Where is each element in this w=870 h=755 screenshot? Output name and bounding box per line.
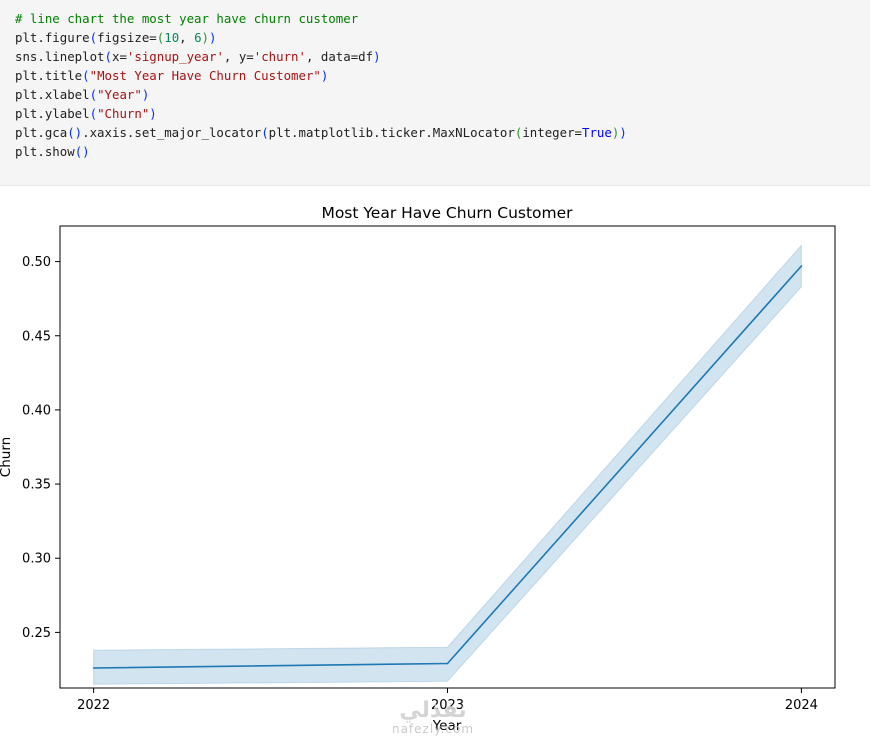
- y-tick-label: 0.45: [22, 329, 51, 344]
- data-point: [92, 667, 95, 669]
- code-line-show: plt.show(): [15, 144, 90, 159]
- watermark-arabic: نفذلي: [399, 698, 467, 723]
- code-token: sns.lineplot: [15, 49, 105, 64]
- y-tick-label: 0.50: [22, 255, 51, 270]
- code-string: "Year": [97, 87, 142, 102]
- code-token: plt.show: [15, 144, 75, 159]
- data-point: [800, 265, 803, 267]
- output-area: Most Year Have Churn Customer 2022 2023 20…: [0, 187, 870, 750]
- y-tick-label: 0.40: [22, 403, 51, 418]
- code-comment: # line chart the most year have churn cu…: [15, 11, 359, 26]
- code-line-ylabel: plt.ylabel("Churn"): [15, 106, 157, 121]
- code-string: 'signup_year': [126, 49, 224, 64]
- code-token: x=: [112, 49, 127, 64]
- code-token: integer=: [522, 125, 582, 140]
- code-line-title: plt.title("Most Year Have Churn Customer…: [15, 68, 329, 83]
- y-tick-label: 0.25: [22, 626, 51, 641]
- code-token: plt.title: [15, 68, 83, 83]
- code-string: "Most Year Have Churn Customer": [89, 68, 321, 83]
- confidence-band: [93, 243, 802, 685]
- y-tick-label: 0.30: [22, 552, 51, 567]
- code-line-comment: # line chart the most year have churn cu…: [15, 9, 627, 28]
- code-token: plt.figure: [15, 30, 90, 45]
- chart-title: Most Year Have Churn Customer: [321, 204, 573, 222]
- code-token: plt.gca: [15, 125, 68, 140]
- code-string: 'churn': [253, 49, 306, 64]
- code-keyword: True: [582, 125, 612, 140]
- y-tick-label: 0.35: [22, 478, 51, 493]
- code-token: , y=: [223, 49, 254, 64]
- code-token: plt.xlabel: [15, 87, 90, 102]
- code-editor[interactable]: # line chart the most year have churn cu…: [15, 9, 627, 161]
- plot-frame: [59, 225, 836, 689]
- series-line: [93, 265, 802, 669]
- code-line-xlabel: plt.xlabel("Year"): [15, 87, 150, 102]
- x-tick-label: 2024: [785, 698, 818, 713]
- code-token: plt.matplotlib.ticker.MaxNLocator: [268, 125, 515, 140]
- code-number: 6: [194, 30, 202, 45]
- code-line-gca: plt.gca().xaxis.set_major_locator(plt.ma…: [15, 125, 627, 140]
- code-line-figure: plt.figure(figsize=(10, 6)): [15, 30, 217, 45]
- code-token: , data=df: [305, 49, 374, 64]
- watermark-logo: نفذلي nafezly.com: [378, 698, 488, 737]
- x-tick-label: 2022: [77, 698, 110, 713]
- code-line-lineplot: sns.lineplot(x='signup_year', y='churn',…: [15, 49, 381, 64]
- code-string: "Churn": [97, 106, 150, 121]
- data-point: [446, 662, 449, 665]
- line-chart: Most Year Have Churn Customer 2022 2023 20…: [0, 204, 836, 734]
- code-token: figsize=: [97, 30, 157, 45]
- code-cell[interactable]: # line chart the most year have churn cu…: [0, 0, 870, 186]
- code-number: 10: [164, 30, 180, 45]
- code-token: .xaxis.set_major_locator: [82, 125, 262, 140]
- watermark-latin: nafezly.com: [391, 722, 475, 736]
- code-token: plt.ylabel: [15, 106, 90, 121]
- y-axis-label: Churn: [0, 437, 14, 477]
